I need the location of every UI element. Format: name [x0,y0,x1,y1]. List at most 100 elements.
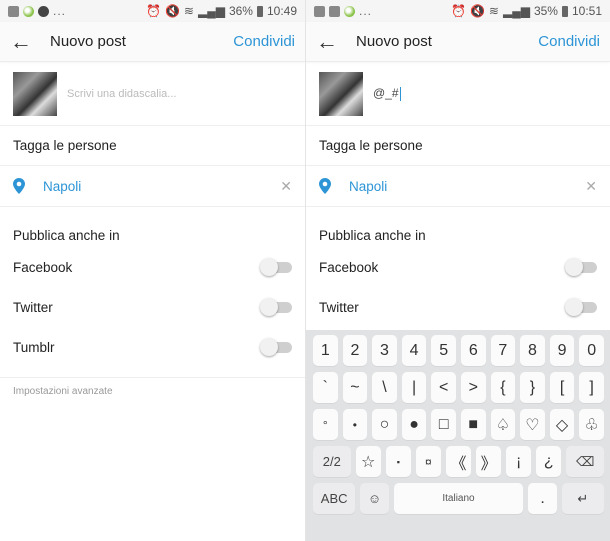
key[interactable]: 5 [431,335,456,366]
key[interactable]: 8 [520,335,545,366]
keyboard-row-bottom: ABC ☺ Italiano . ↵ [309,483,608,514]
key[interactable]: 2 [342,335,368,366]
key[interactable]: ◇ [549,409,575,440]
symbol-keyboard: 1 2 3 4 5 6 7 8 9 0 ` ~ \ | < > { } [] … [306,330,610,541]
alarm-icon: ⏰ [451,4,466,18]
facebook-toggle[interactable] [565,258,597,276]
space-key[interactable]: Italiano [393,483,524,514]
app-notification-icon [23,5,34,17]
key[interactable]: { [490,372,516,403]
mute-icon: 🔇 [164,4,180,18]
key[interactable]: ¿ [536,446,562,477]
remove-location-icon[interactable]: ✕ [585,178,597,195]
key[interactable]: ° [313,409,338,440]
key[interactable]: ♤ [490,409,516,440]
emoji-icon: ☺ [367,491,382,506]
app-notification-icon [344,5,355,17]
app-bar: ← Nuovo post Condividi [306,22,610,62]
key[interactable]: 9 [549,335,575,366]
enter-key[interactable]: ↵ [561,483,605,514]
battery-icon [561,5,568,17]
back-arrow-icon[interactable]: ← [316,30,356,53]
toggle-row-facebook: Facebook [0,247,305,287]
key[interactable]: 6 [460,335,486,366]
toggle-label: Facebook [319,259,379,275]
app-bar: ← Nuovo post Condividi [0,22,305,62]
tag-people-label: Tagga le persone [13,138,117,153]
back-arrow-icon[interactable]: ← [10,30,50,53]
key[interactable]: 3 [372,335,397,366]
key[interactable]: • [342,409,368,440]
text-cursor [399,86,402,101]
twitter-toggle[interactable] [565,298,597,316]
key[interactable]: □ [431,409,456,440]
advanced-settings-link[interactable]: Impostazioni avanzate [0,378,305,405]
key[interactable]: 《 [445,446,472,477]
emoji-key[interactable]: ☺ [360,483,389,514]
tumblr-toggle[interactable] [260,338,292,356]
location-row[interactable]: Napoli ✕ [306,166,610,207]
share-button[interactable]: Condividi [538,33,600,50]
page-title: Nuovo post [356,33,432,50]
more-notifications-icon: ... [359,4,373,18]
key[interactable]: | [401,372,427,403]
key[interactable]: 7 [490,335,516,366]
abc-key[interactable]: ABC [313,483,356,514]
backspace-key[interactable]: ⌫ [566,446,604,477]
toggle-label: Twitter [13,299,53,315]
key[interactable]: ~ [342,372,368,403]
tag-people-row[interactable]: Tagga le persone [0,126,305,166]
caption-input[interactable]: @_# [373,86,402,101]
key[interactable]: < [431,372,456,403]
notification-icon [329,5,340,17]
key[interactable]: ] [579,372,604,403]
battery-icon [256,5,263,17]
facebook-toggle[interactable] [260,258,292,276]
toggle-row-tumblr: Tumblr [0,327,305,367]
key[interactable]: ○ [372,409,397,440]
key[interactable]: ¤ [415,446,441,477]
key[interactable]: ▪ [385,446,411,477]
caption-input[interactable]: Scrivi una didascalia... [67,88,176,100]
signal-icon: ▂▄▆ [197,4,225,18]
key[interactable]: ■ [460,409,486,440]
tag-people-row[interactable]: Tagga le persone [306,126,610,166]
location-name: Napoli [43,178,82,194]
key[interactable]: [ [549,372,575,403]
key[interactable]: 0 [579,335,604,366]
gallery-notification-icon [314,5,325,17]
alarm-icon: ⏰ [146,4,161,18]
location-name: Napoli [349,178,388,194]
toggle-label: Twitter [319,299,359,315]
battery-percent: 35% [533,4,558,18]
remove-location-icon[interactable]: ✕ [280,178,292,195]
key[interactable]: ` [313,372,338,403]
status-bar: ... ⏰ 🔇 ≋ ▂▄▆ 36% 10:49 [0,0,305,22]
key[interactable]: ☆ [355,446,381,477]
signal-icon: ▂▄▆ [502,4,530,18]
key[interactable]: \ [372,372,397,403]
period-key[interactable]: . [528,483,557,514]
key[interactable]: ¡ [506,446,532,477]
screen-after: ... ⏰ 🔇 ≋ ▂▄▆ 35% 10:51 ← Nuovo post Con… [305,0,610,541]
key[interactable]: 》 [476,446,502,477]
key[interactable]: ● [401,409,427,440]
caption-value: @_# [373,86,399,101]
page-title: Nuovo post [50,33,126,50]
key[interactable]: ♧ [579,409,604,440]
publish-also-title: Pubblica anche in [0,207,305,247]
key[interactable]: > [460,372,486,403]
location-row[interactable]: Napoli ✕ [0,166,305,207]
key[interactable]: 4 [401,335,427,366]
twitter-toggle[interactable] [260,298,292,316]
clock: 10:51 [571,4,602,18]
key[interactable]: 1 [313,335,338,366]
key[interactable]: ♡ [520,409,545,440]
share-button[interactable]: Condividi [233,33,295,50]
page-toggle-key[interactable]: 2/2 [313,446,351,477]
keyboard-row-symbols-3: 2/2 ☆ ▪ ¤ 《 》 ¡ ¿ ⌫ [309,446,608,477]
more-notifications-icon: ... [53,4,67,18]
backspace-icon: ⌫ [575,453,595,469]
key[interactable]: } [520,372,545,403]
wifi-icon: ≋ [488,4,499,18]
